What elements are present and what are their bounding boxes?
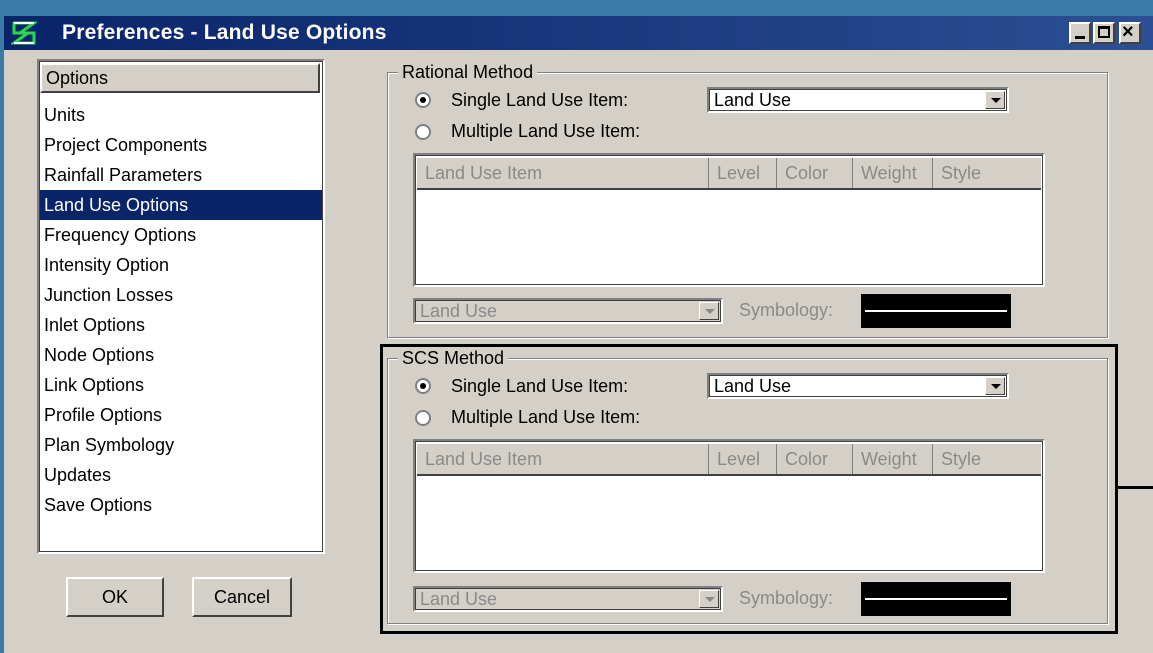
option-save-options[interactable]: Save Options: [40, 490, 322, 520]
rational-symbology-label: Symbology:: [739, 300, 834, 320]
rational-table-header: Land Use Item Level Color Weight Style: [417, 158, 1041, 190]
scs-single-label: Single Land Use Item:: [451, 376, 629, 396]
options-list-header[interactable]: Options: [40, 63, 320, 93]
chevron-down-icon[interactable]: [699, 302, 719, 320]
close-button[interactable]: ×: [1119, 21, 1141, 44]
column-level[interactable]: Level: [709, 158, 777, 188]
scs-symbology-label: Symbology:: [739, 588, 834, 608]
option-rainfall-parameters[interactable]: Rainfall Parameters: [40, 160, 322, 190]
scs-multiple-label: Multiple Land Use Item:: [451, 407, 641, 427]
rational-method-title: Rational Method: [398, 61, 538, 83]
rational-single-select[interactable]: Land Use: [707, 87, 1009, 113]
rational-multiple-label: Multiple Land Use Item:: [451, 121, 641, 141]
column-weight[interactable]: Weight: [853, 158, 933, 188]
rational-multiple-radio[interactable]: [415, 124, 431, 140]
option-project-components[interactable]: Project Components: [40, 130, 322, 160]
close-icon: ×: [1122, 21, 1134, 43]
maximize-icon: [1098, 26, 1110, 38]
options-list: Units Project Components Rainfall Parame…: [40, 100, 322, 520]
scs-table-header: Land Use Item Level Color Weight Style: [417, 444, 1041, 476]
cancel-button[interactable]: Cancel: [192, 577, 292, 617]
rational-single-label: Single Land Use Item:: [451, 90, 629, 110]
scs-single-radio[interactable]: [415, 378, 431, 394]
scs-single-select[interactable]: Land Use: [707, 373, 1009, 399]
minimize-button[interactable]: [1069, 22, 1091, 44]
column-level[interactable]: Level: [709, 444, 777, 474]
column-color[interactable]: Color: [777, 444, 853, 474]
rational-land-use-value: Land Use: [420, 301, 498, 321]
scs-land-use-table[interactable]: Land Use Item Level Color Weight Style: [413, 439, 1045, 573]
option-intensity-option[interactable]: Intensity Option: [40, 250, 322, 280]
column-color[interactable]: Color: [777, 158, 853, 188]
option-junction-losses[interactable]: Junction Losses: [40, 280, 322, 310]
rational-single-value: Land Use: [714, 90, 792, 110]
option-units[interactable]: Units: [40, 100, 322, 130]
ok-button[interactable]: OK: [66, 577, 164, 617]
rational-land-use-table[interactable]: Land Use Item Level Color Weight Style: [413, 153, 1045, 287]
option-plan-symbology[interactable]: Plan Symbology: [40, 430, 322, 460]
option-profile-options[interactable]: Profile Options: [40, 400, 322, 430]
maximize-button[interactable]: [1093, 22, 1115, 44]
chevron-down-icon[interactable]: [699, 590, 719, 608]
scs-land-use-value: Land Use: [420, 589, 498, 609]
callout-line: [1118, 486, 1153, 489]
option-land-use-options[interactable]: Land Use Options: [40, 190, 322, 220]
option-link-options[interactable]: Link Options: [40, 370, 322, 400]
title-bar[interactable]: Preferences - Land Use Options ×: [4, 16, 1153, 50]
scs-land-use-select[interactable]: Land Use: [413, 586, 723, 612]
column-style[interactable]: Style: [933, 158, 1043, 188]
option-frequency-options[interactable]: Frequency Options: [40, 220, 322, 250]
app-logo-icon: [11, 21, 37, 45]
scs-multiple-radio[interactable]: [415, 410, 431, 426]
scs-symbology-swatch[interactable]: [861, 582, 1011, 616]
minimize-icon: [1075, 36, 1085, 39]
rational-single-radio[interactable]: [415, 92, 431, 108]
window-title: Preferences - Land Use Options: [62, 21, 387, 44]
chevron-down-icon[interactable]: [985, 377, 1005, 395]
scs-single-value: Land Use: [714, 376, 792, 396]
option-inlet-options[interactable]: Inlet Options: [40, 310, 322, 340]
column-weight[interactable]: Weight: [853, 444, 933, 474]
chevron-down-icon[interactable]: [985, 91, 1005, 109]
column-land-use-item[interactable]: Land Use Item: [417, 158, 709, 188]
rational-land-use-select[interactable]: Land Use: [413, 298, 723, 324]
column-land-use-item[interactable]: Land Use Item: [417, 444, 709, 474]
option-updates[interactable]: Updates: [40, 460, 322, 490]
rational-symbology-swatch[interactable]: [861, 294, 1011, 328]
column-style[interactable]: Style: [933, 444, 1043, 474]
option-node-options[interactable]: Node Options: [40, 340, 322, 370]
